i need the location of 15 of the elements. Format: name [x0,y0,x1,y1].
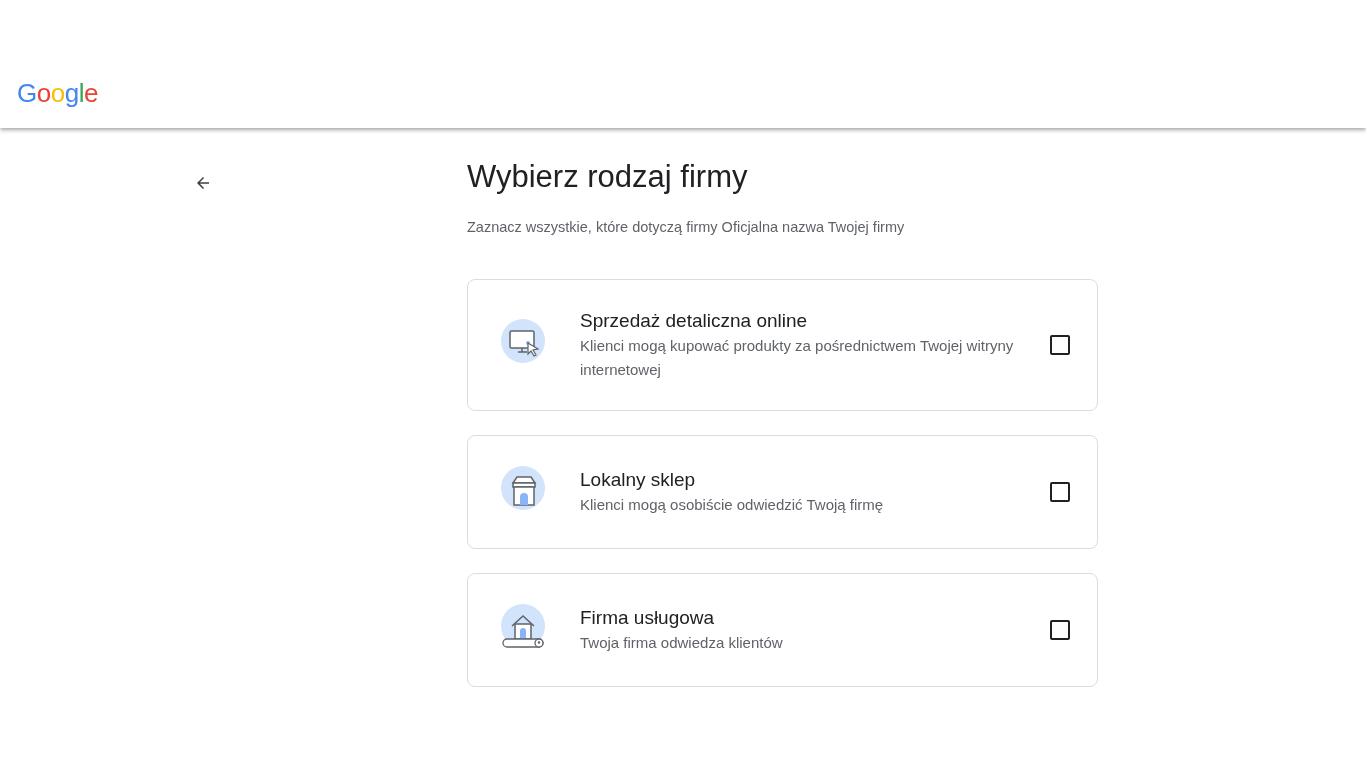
option-description: Klienci mogą osobiście odwiedzić Twoją firmę [580,494,885,515]
option-title: Sprzedaż detaliczna online [580,308,809,333]
business-type-card[interactable]: Sprzedaż detaliczna online Klienci mogą kupować produkty za pośrednictwem Twojej witryny internetowej [467,278,1098,411]
option-checkbox[interactable] [1050,619,1070,640]
business-type-card[interactable]: Lokalny sklep Klienci mogą osobiście odwiedzić Twoją firmę [467,434,1098,549]
option-checkbox[interactable] [1050,334,1070,355]
page-subtitle: Zaznacz wszystkie, które dotyczą firmy Oficjalna nazwa Twojej firmy [467,218,906,237]
business-type-card[interactable]: Firma usługowa Twoja firma odwiedza klientów [467,572,1098,687]
option-checkbox[interactable] [1050,481,1070,502]
page-title: Wybierz rodzaj firmy [467,158,749,196]
option-description: Klienci mogą kupować produkty za pośrednictwem Twojej witryny internetowej [580,335,1015,380]
google-logo[interactable]: Google [17,80,98,106]
option-title: Firma usługowa [580,605,716,630]
option-description: Twoja firma odwiedza klientów [580,632,784,653]
option-title: Lokalny sklep [580,467,697,492]
